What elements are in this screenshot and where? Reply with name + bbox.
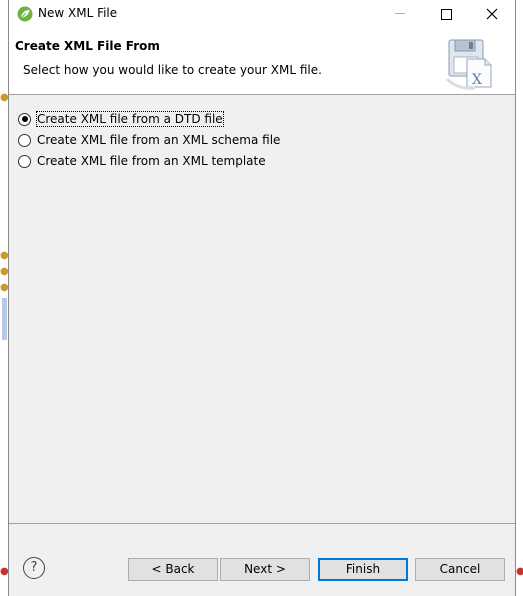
maximize-icon: [441, 9, 452, 20]
wizard-content: Create XML file from a DTD file Create X…: [9, 96, 515, 522]
background-selection-bar: [2, 298, 7, 340]
button-bar-separator: [9, 523, 515, 524]
wizard-page-description: Select how you would like to create your…: [23, 63, 322, 77]
option-xml-template[interactable]: Create XML file from an XML template: [18, 152, 266, 170]
close-button[interactable]: [469, 0, 515, 28]
finish-button[interactable]: Finish: [318, 558, 408, 581]
option-xml-schema-file[interactable]: Create XML file from an XML schema file: [18, 131, 280, 149]
minimize-button[interactable]: [377, 0, 423, 28]
option-label: Create XML file from an XML schema file: [37, 133, 281, 147]
back-button[interactable]: < Back: [128, 558, 218, 581]
radio-dtd-file[interactable]: [18, 112, 31, 126]
radio-xml-schema-file[interactable]: [18, 133, 31, 147]
new-xml-file-dialog: New XML File Create XML File From Select…: [8, 0, 516, 596]
cancel-button[interactable]: Cancel: [415, 558, 505, 581]
option-dtd-file[interactable]: Create XML file from a DTD file: [18, 110, 224, 128]
window-title: New XML File: [38, 6, 118, 20]
wizard-page-title: Create XML File From: [15, 39, 160, 53]
next-button[interactable]: Next >: [220, 558, 310, 581]
maximize-button[interactable]: [423, 0, 469, 28]
spring-leaf-icon: [17, 6, 33, 22]
help-button[interactable]: ?: [23, 557, 45, 579]
radio-xml-template[interactable]: [18, 154, 31, 168]
close-icon: [486, 8, 498, 20]
option-label: Create XML file from an XML template: [37, 154, 266, 168]
wizard-header: Create XML File From Select how you woul…: [9, 28, 515, 95]
minimize-icon: [395, 13, 405, 14]
title-bar: New XML File: [9, 0, 515, 28]
background-editor-right: [516, 0, 523, 596]
xml-file-save-icon: X: [445, 39, 492, 90]
background-error-icon: ●: [516, 566, 523, 577]
help-icon: ?: [30, 560, 38, 575]
option-label: Create XML file from a DTD file: [36, 111, 224, 127]
svg-text:X: X: [472, 72, 482, 88]
